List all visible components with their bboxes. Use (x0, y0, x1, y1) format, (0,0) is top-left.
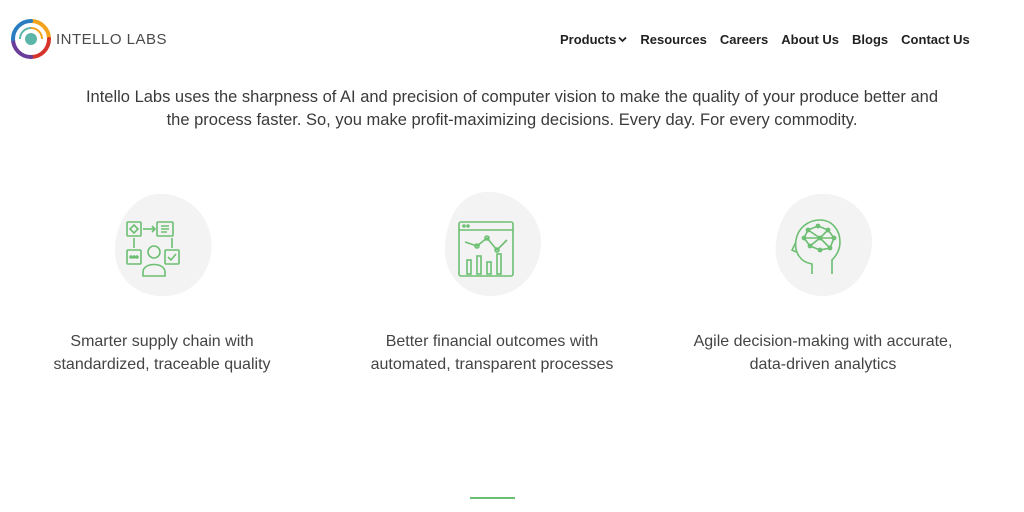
feature-icon-container (437, 190, 547, 300)
main-nav: Products Resources Careers About Us Blog… (560, 32, 970, 47)
nav-resources[interactable]: Resources (640, 32, 706, 47)
brand-logo[interactable]: INTELLO LABS (8, 16, 167, 62)
intro-line-2: the process faster. So, you make profit-… (166, 111, 858, 129)
nav-contact-us[interactable]: Contact Us (901, 32, 970, 47)
feature-icon-container (768, 190, 878, 300)
intro-line-1: Intello Labs uses the sharpness of AI an… (85, 88, 939, 106)
nav-products-label: Products (560, 32, 617, 47)
intro-text: Intello Labs uses the sharpness of AI an… (0, 86, 1024, 132)
feature-supply-chain: Smarter supply chain with standardized, … (2, 190, 322, 376)
feature-line-2: standardized, traceable quality (53, 356, 271, 373)
feature-line-2: data-driven analytics (749, 356, 897, 373)
nav-blogs[interactable]: Blogs (852, 32, 888, 47)
feature-caption: Better financial outcomes with automated… (332, 330, 652, 376)
supply-chain-icon (126, 221, 180, 277)
brand-name: INTELLO LABS (56, 30, 168, 48)
nav-about-us[interactable]: About Us (781, 32, 839, 47)
analytics-dashboard-icon (458, 221, 514, 277)
feature-caption: Smarter supply chain with standardized, … (2, 330, 322, 376)
nav-careers[interactable]: Careers (720, 32, 768, 47)
feature-line-1: Agile decision-making with accurate, (693, 333, 953, 350)
feature-line-2: automated, transparent processes (370, 356, 614, 373)
logo-mark-icon (11, 19, 51, 59)
chevron-down-icon (618, 36, 627, 43)
feature-decision-making: Agile decision-making with accurate, dat… (663, 190, 983, 376)
feature-line-1: Smarter supply chain with (70, 333, 254, 350)
feature-icon-container (107, 190, 217, 300)
brain-head-icon (790, 219, 841, 274)
section-divider (470, 497, 515, 499)
feature-line-1: Better financial outcomes with (385, 333, 599, 350)
feature-caption: Agile decision-making with accurate, dat… (663, 330, 983, 376)
feature-financial-outcomes: Better financial outcomes with automated… (332, 190, 652, 376)
nav-products[interactable]: Products (560, 32, 627, 47)
